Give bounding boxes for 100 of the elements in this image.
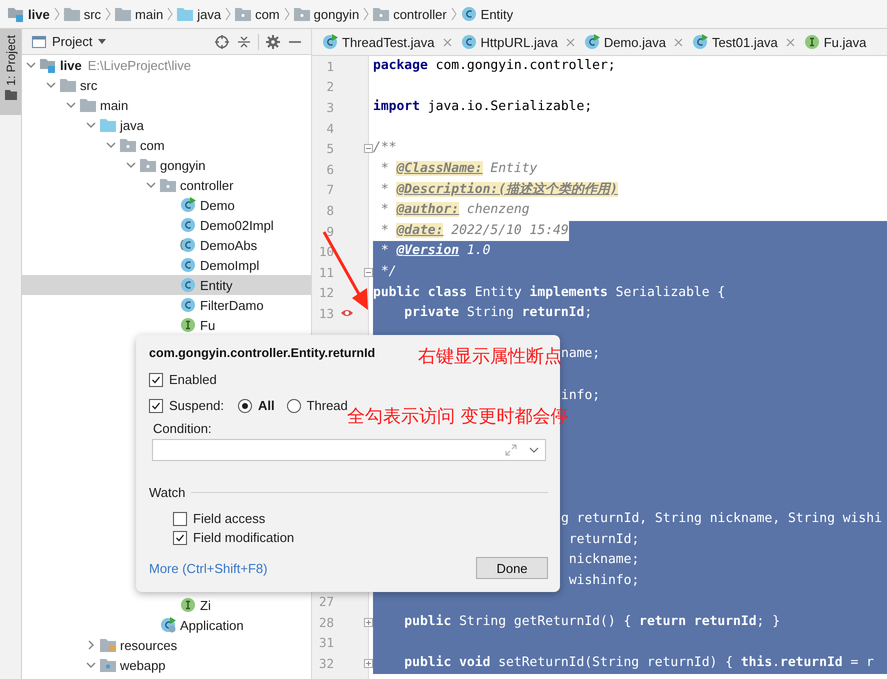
tree-item-label: Entity xyxy=(200,278,233,292)
checkbox[interactable] xyxy=(149,398,163,412)
line-number: 9 xyxy=(325,224,334,239)
fold-marker-icon[interactable] xyxy=(364,268,373,277)
tree-item[interactable]: main xyxy=(22,95,311,115)
line-number: 7 xyxy=(325,182,334,198)
checkbox[interactable] xyxy=(173,512,187,526)
class-icon xyxy=(180,217,196,233)
folder-icon xyxy=(4,90,16,100)
code-line: private String returnId; xyxy=(403,304,592,322)
chevron-icon xyxy=(54,7,60,21)
tree-item[interactable]: java xyxy=(22,115,311,135)
folder-icon xyxy=(140,158,156,172)
tree-item[interactable]: controller xyxy=(22,175,311,195)
radio-label: Thread xyxy=(306,398,348,413)
radio-button[interactable] xyxy=(238,398,252,412)
caret-icon xyxy=(98,38,106,44)
tree-item[interactable]: Application xyxy=(22,615,311,635)
interface-icon xyxy=(804,34,820,50)
project-view-dropdown[interactable]: Project xyxy=(32,34,106,49)
collapse-all-icon[interactable] xyxy=(236,34,252,50)
editor-tab[interactable]: Test01.java xyxy=(690,29,800,55)
checkbox-label: Enabled xyxy=(169,372,217,387)
close-icon[interactable] xyxy=(442,38,452,46)
tree-item[interactable]: Demo xyxy=(22,195,311,215)
breadcrumb-item[interactable]: gongyin xyxy=(294,6,360,22)
class-icon xyxy=(180,197,196,213)
line-number: 27 xyxy=(318,594,334,610)
chevron-down-icon[interactable] xyxy=(529,447,539,453)
code-line: */ xyxy=(380,262,396,281)
tree-item-label: gongyin xyxy=(160,158,206,172)
line-number: 12 xyxy=(318,285,334,300)
expand-marker-icon[interactable] xyxy=(364,618,373,627)
breadcrumb-item[interactable]: controller xyxy=(373,6,447,22)
expand-icon[interactable] xyxy=(505,444,517,456)
folder-icon xyxy=(60,78,76,92)
tree-item-label: live xyxy=(60,58,82,72)
chevron-icon xyxy=(363,7,370,21)
tree-item[interactable]: webapp xyxy=(22,655,311,675)
close-icon[interactable] xyxy=(674,38,683,46)
tree-item[interactable]: DemoAbs xyxy=(22,235,311,255)
more-link[interactable]: More (Ctrl+Shift+F8) xyxy=(149,560,268,576)
tree-item[interactable]: Demo02Impl xyxy=(22,215,311,235)
breadcrumb-item[interactable]: com xyxy=(235,6,280,22)
expand-marker-icon[interactable] xyxy=(364,659,373,668)
line-number: 4 xyxy=(325,120,334,136)
editor-tab[interactable]: ThreadTest.java xyxy=(320,29,456,55)
condition-field[interactable] xyxy=(152,439,546,461)
folder-icon xyxy=(115,7,132,21)
tree-item[interactable]: Zi xyxy=(22,595,311,615)
check-icon xyxy=(175,532,185,542)
tree-item[interactable]: Fu xyxy=(22,315,311,335)
close-icon[interactable] xyxy=(786,38,795,46)
line-number: 13 xyxy=(318,306,334,321)
fold-marker-icon[interactable] xyxy=(364,144,373,154)
interface-icon xyxy=(180,597,196,613)
code-line: public String getReturnId() { return returnId; } xyxy=(403,613,780,632)
line-number: 31 xyxy=(318,635,334,650)
tree-item[interactable]: DemoImpl xyxy=(22,255,311,275)
folder-icon xyxy=(64,7,80,21)
checkbox[interactable] xyxy=(173,530,187,544)
class-icon xyxy=(180,297,196,313)
tree-item[interactable]: Entity xyxy=(22,275,311,295)
class-icon xyxy=(180,277,196,293)
radio-button[interactable] xyxy=(286,398,301,412)
tree-item[interactable]: com xyxy=(22,135,311,155)
tool-window-tab[interactable]: 1: Project xyxy=(0,29,21,115)
breadcrumb-item[interactable]: src xyxy=(64,6,102,22)
checkbox-label: Suspend: xyxy=(169,398,224,413)
tree-item[interactable]: gongyin xyxy=(22,155,311,175)
breadcrumb-item[interactable]: main xyxy=(115,6,164,22)
checkbox-label: Field modification xyxy=(193,530,294,545)
editor-tab[interactable]: Fu.java xyxy=(802,29,872,55)
class-icon xyxy=(160,617,176,633)
breadcrumb-item[interactable]: live xyxy=(8,6,50,22)
folder-icon xyxy=(177,7,194,21)
done-button[interactable]: Done xyxy=(476,557,548,579)
tree-item[interactable]: live E:\LiveProject\live xyxy=(22,55,311,75)
tree-item[interactable]: FilterDamo xyxy=(22,295,311,315)
editor-tab[interactable]: HttpURL.java xyxy=(458,29,580,55)
breadcrumb-item[interactable]: java xyxy=(177,6,222,22)
folder-icon xyxy=(294,7,310,21)
project-path: E:\LiveProject\live xyxy=(88,58,192,72)
check-icon xyxy=(151,374,161,384)
tree-item[interactable]: resources xyxy=(22,635,311,655)
window-icon xyxy=(32,36,46,48)
line-number: 3 xyxy=(325,100,334,115)
line-number: 8 xyxy=(325,202,334,218)
close-icon[interactable] xyxy=(566,38,575,46)
checkbox[interactable] xyxy=(149,372,163,386)
crosshair-icon[interactable] xyxy=(214,34,230,50)
tree-item-label: java xyxy=(120,118,144,132)
code-line: * @Version 1.0 xyxy=(380,242,490,260)
tree-item[interactable]: src xyxy=(22,75,311,95)
check-icon xyxy=(151,400,161,410)
settings-icon[interactable] xyxy=(265,34,281,50)
code-line: public class Entity implements Serializable { xyxy=(373,284,726,302)
breadcrumb-item[interactable]: Entity xyxy=(460,6,514,22)
editor-tab[interactable]: Demo.java xyxy=(582,29,688,55)
line-number: 32 xyxy=(318,656,334,672)
